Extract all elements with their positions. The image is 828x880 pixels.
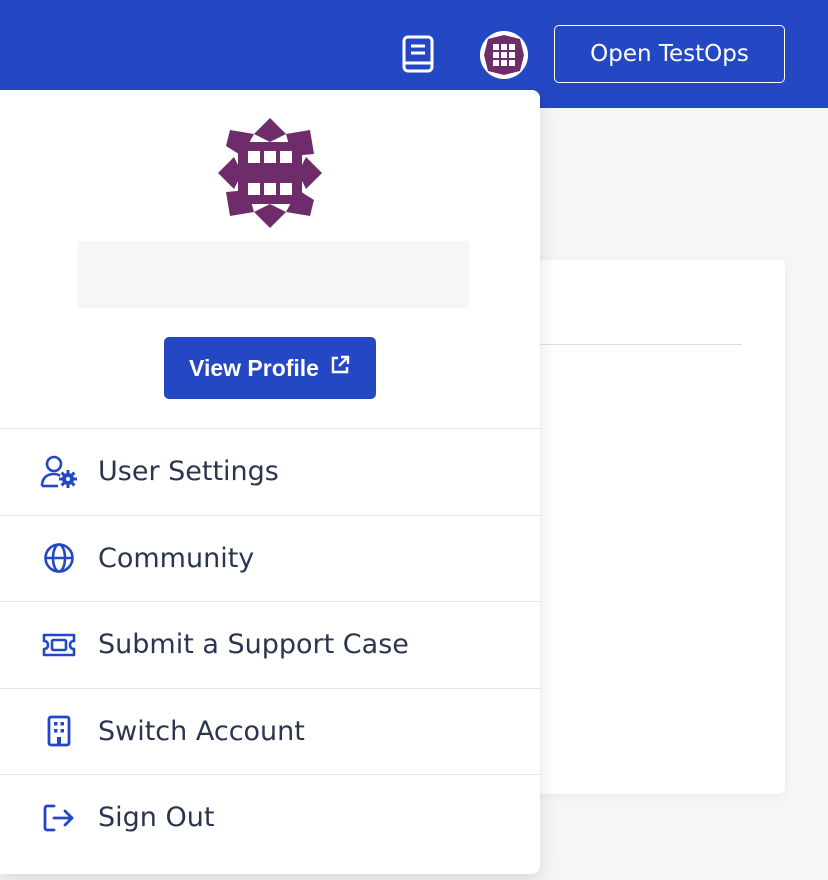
menu-item-switch-account[interactable]: Switch Account [0,687,540,775]
view-profile-button[interactable]: View Profile [164,337,376,399]
user-settings-icon [40,453,78,491]
menu-item-label: Community [98,542,255,574]
ticket-icon [40,626,78,664]
menu-item-sign-out[interactable]: Sign Out [0,774,540,861]
menu-item-community[interactable]: Community [0,514,540,602]
profile-avatar [212,116,328,230]
background-card [520,260,785,794]
menu-item-support-case[interactable]: Submit a Support Case [0,601,540,688]
external-link-icon [329,354,351,382]
user-menu: User Settings Community Submit a Support… [0,428,540,861]
view-profile-label: View Profile [189,354,319,381]
user-avatar[interactable] [480,31,528,79]
open-testops-button[interactable]: Open TestOps [554,25,785,83]
divider [540,344,742,345]
menu-item-label: User Settings [98,456,279,488]
menu-item-label: Switch Account [98,715,305,747]
sign-out-icon [40,799,78,837]
building-icon [40,712,78,750]
book-icon[interactable] [399,34,437,74]
redacted-user-info [78,241,469,308]
user-menu-dropdown: View Profile User Settings Community Sub… [0,90,540,874]
menu-item-user-settings[interactable]: User Settings [0,428,540,515]
menu-item-label: Sign Out [98,802,215,834]
globe-icon [40,539,78,577]
menu-item-label: Submit a Support Case [98,629,409,661]
